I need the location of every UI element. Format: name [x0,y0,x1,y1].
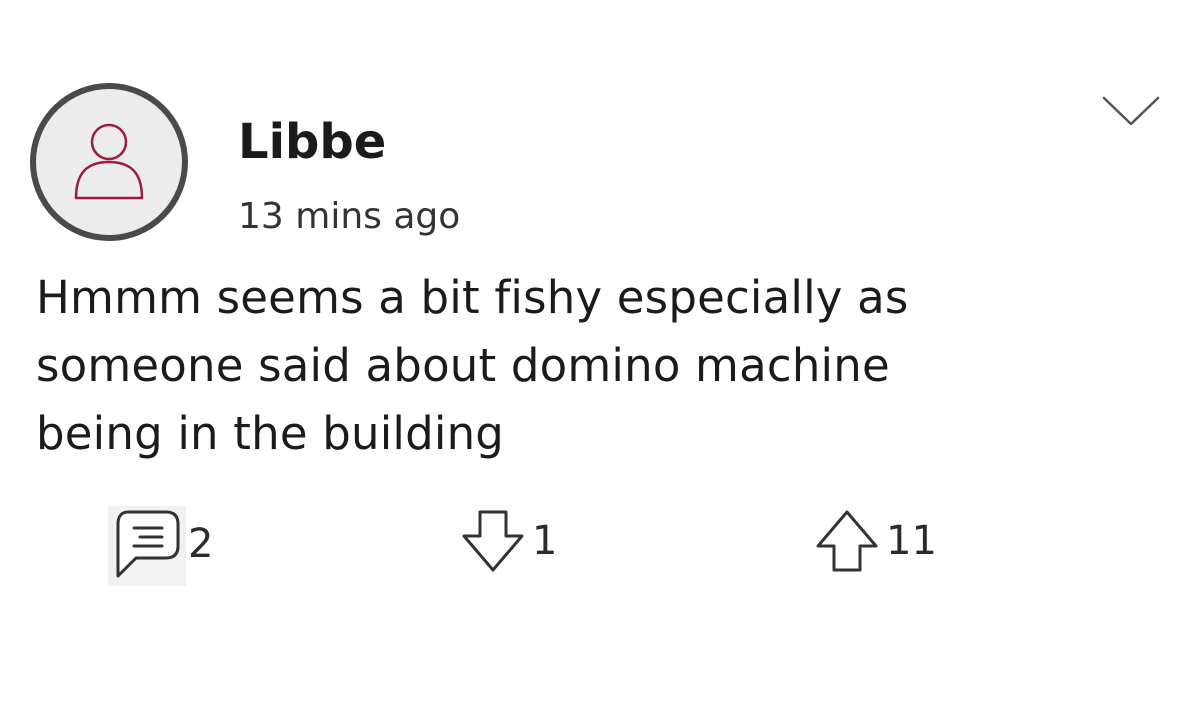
user-icon [74,123,144,200]
post-timestamp: 13 mins ago [238,196,461,237]
downvote-count: 1 [532,518,558,564]
comments-button[interactable]: 2 [108,506,213,582]
post-actions: 2 1 11 [0,506,1200,586]
arrow-up-icon [816,510,878,572]
author-name[interactable]: Libbe [238,112,386,172]
upvote-button[interactable]: 11 [812,506,937,576]
post-card: Libbe 13 mins ago Hmmm seems a bit fishy… [0,0,1200,707]
downvote-button[interactable]: 1 [458,506,557,576]
post-body-line: Hmmm seems a bit fishy especially as [36,271,909,324]
avatar[interactable] [30,83,188,241]
post-body-line: someone said about domino machine [36,339,890,392]
post-body-line: being in the building [36,407,505,460]
chevron-down-icon[interactable] [1100,92,1162,132]
upvote-count: 11 [886,518,937,564]
arrow-down-icon [462,510,524,572]
comment-count: 2 [188,521,214,567]
post-body: Hmmm seems a bit fishy especially as som… [36,264,1176,468]
comment-icon [116,510,180,578]
